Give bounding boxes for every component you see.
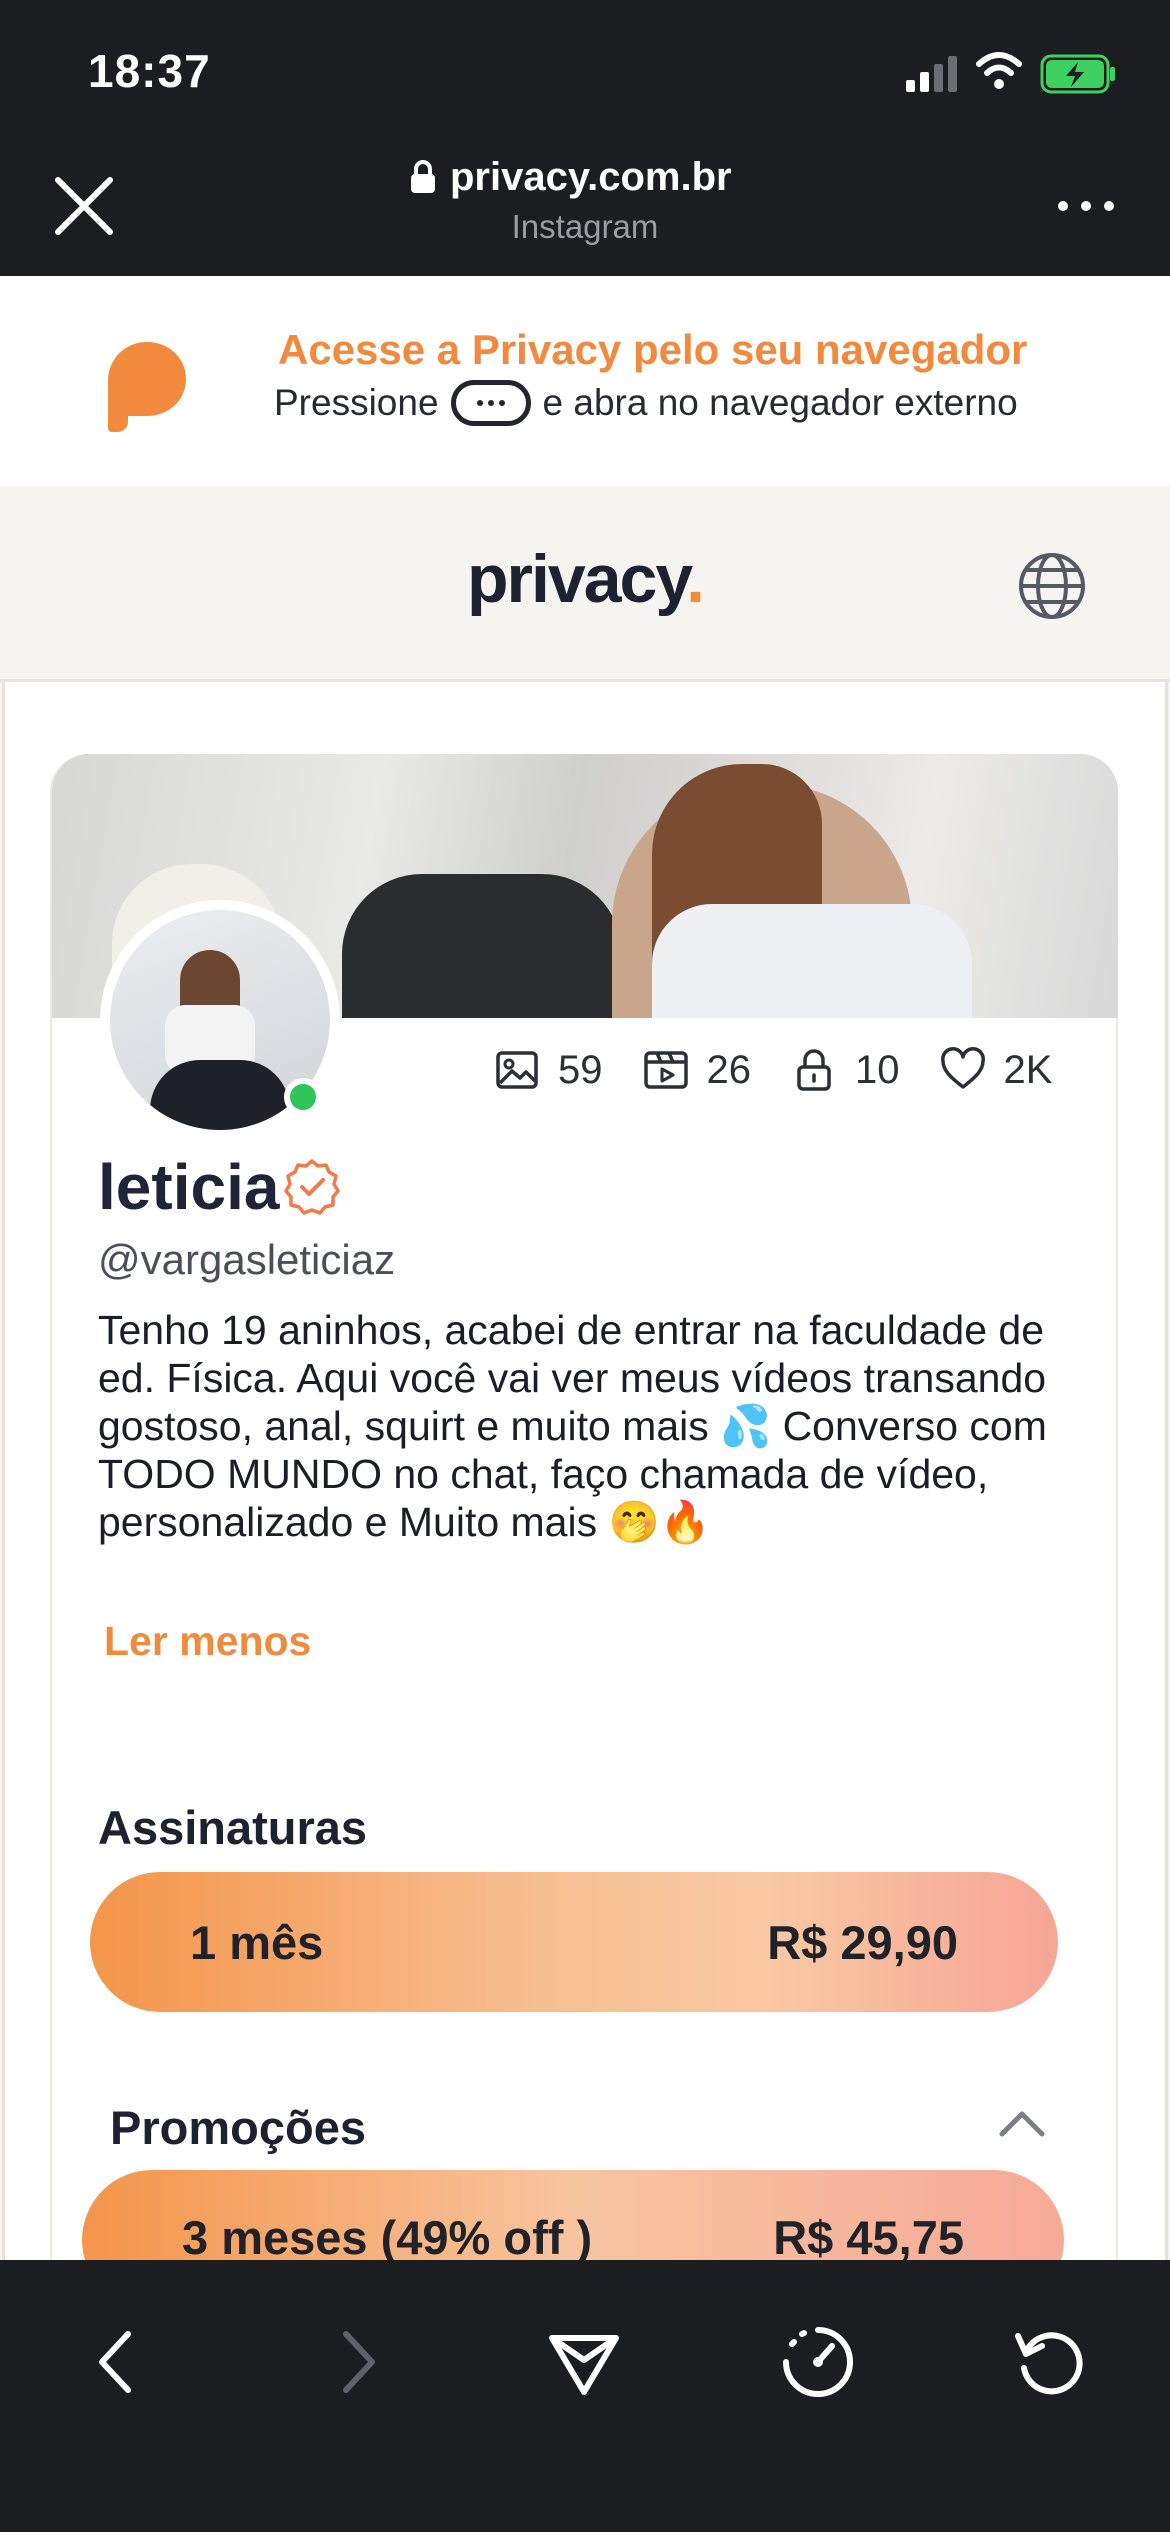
promotion-price: R$ 45,75 <box>773 2211 964 2264</box>
privacy-logo-icon <box>108 342 186 432</box>
profile-stats: 59 26 10 2K <box>494 1042 1092 1098</box>
browser-toolbar <box>0 2260 1170 2532</box>
back-button[interactable] <box>80 2322 160 2402</box>
profile-bio: Tenho 19 aninhos, acabei de entrar na fa… <box>98 1307 1047 1545</box>
open-in-browser-banner[interactable]: Acesse a Privacy pelo seu navegador Pres… <box>0 276 1170 486</box>
stat-locked: 10 <box>791 1047 900 1093</box>
subscription-period: 1 mês <box>190 1915 324 1969</box>
profile-name: leticia <box>98 1151 280 1223</box>
stat-likes: 2K <box>940 1047 1052 1093</box>
verified-icon <box>284 1159 341 1215</box>
back-icon <box>99 2331 131 2393</box>
url-text: privacy.com.br <box>450 154 732 199</box>
read-less-link[interactable]: Ler menos <box>104 1618 311 1665</box>
banner-sub-before: Pressione <box>274 382 439 423</box>
chevron-up-icon[interactable] <box>998 2108 1046 2138</box>
globe-icon[interactable] <box>1016 550 1088 622</box>
url-bar[interactable]: privacy.com.br <box>410 152 732 202</box>
forward-button[interactable] <box>316 2322 396 2402</box>
share-button[interactable] <box>544 2322 624 2402</box>
subscription-price: R$ 29,90 <box>767 1915 958 1969</box>
reload-button[interactable] <box>1010 2322 1090 2402</box>
url-source: Instagram <box>511 208 659 245</box>
profile-name-row: leticia <box>98 1150 341 1224</box>
more-inline-icon <box>450 380 531 426</box>
status-time: 18:37 <box>88 45 211 97</box>
lock-icon <box>797 1049 831 1091</box>
browser-header: 18:37 privacy.com.br Instagram <box>0 0 1170 276</box>
online-status-indicator <box>284 1078 322 1116</box>
banner-title: Acesse a Privacy pelo seu navegador <box>278 326 1028 373</box>
site-logo[interactable]: privacy. <box>0 540 1170 618</box>
stat-photos: 59 <box>494 1047 603 1093</box>
banner-sub-after: e abra no navegador externo <box>542 382 1018 423</box>
subscription-1-month-button[interactable]: 1 mês R$ 29,90 <box>90 1872 1058 2012</box>
subscriptions-title: Assinaturas <box>98 1801 368 1854</box>
speed-icon <box>783 2327 853 2397</box>
banner-subtitle: Pressione e abra no navegador externo <box>274 380 1018 426</box>
image-icon <box>496 1051 538 1089</box>
heart-icon <box>940 1047 985 1089</box>
more-icon[interactable] <box>1058 196 1114 216</box>
share-icon <box>549 2335 619 2395</box>
lock-icon <box>411 160 435 193</box>
signal-icon <box>906 56 957 92</box>
promotions-title: Promoções <box>110 2101 366 2154</box>
site-header: privacy. <box>0 486 1170 682</box>
reload-icon <box>1015 2332 1083 2395</box>
speed-button[interactable] <box>778 2322 858 2402</box>
forward-icon <box>343 2331 375 2393</box>
stat-videos: 26 <box>643 1047 751 1093</box>
video-icon <box>643 1051 688 1089</box>
battery-icon <box>1040 54 1115 94</box>
profile-handle: @vargasleticiaz <box>98 1236 396 1283</box>
wifi-icon <box>976 52 1022 89</box>
promotion-label: 3 meses (49% off ) <box>182 2211 593 2264</box>
